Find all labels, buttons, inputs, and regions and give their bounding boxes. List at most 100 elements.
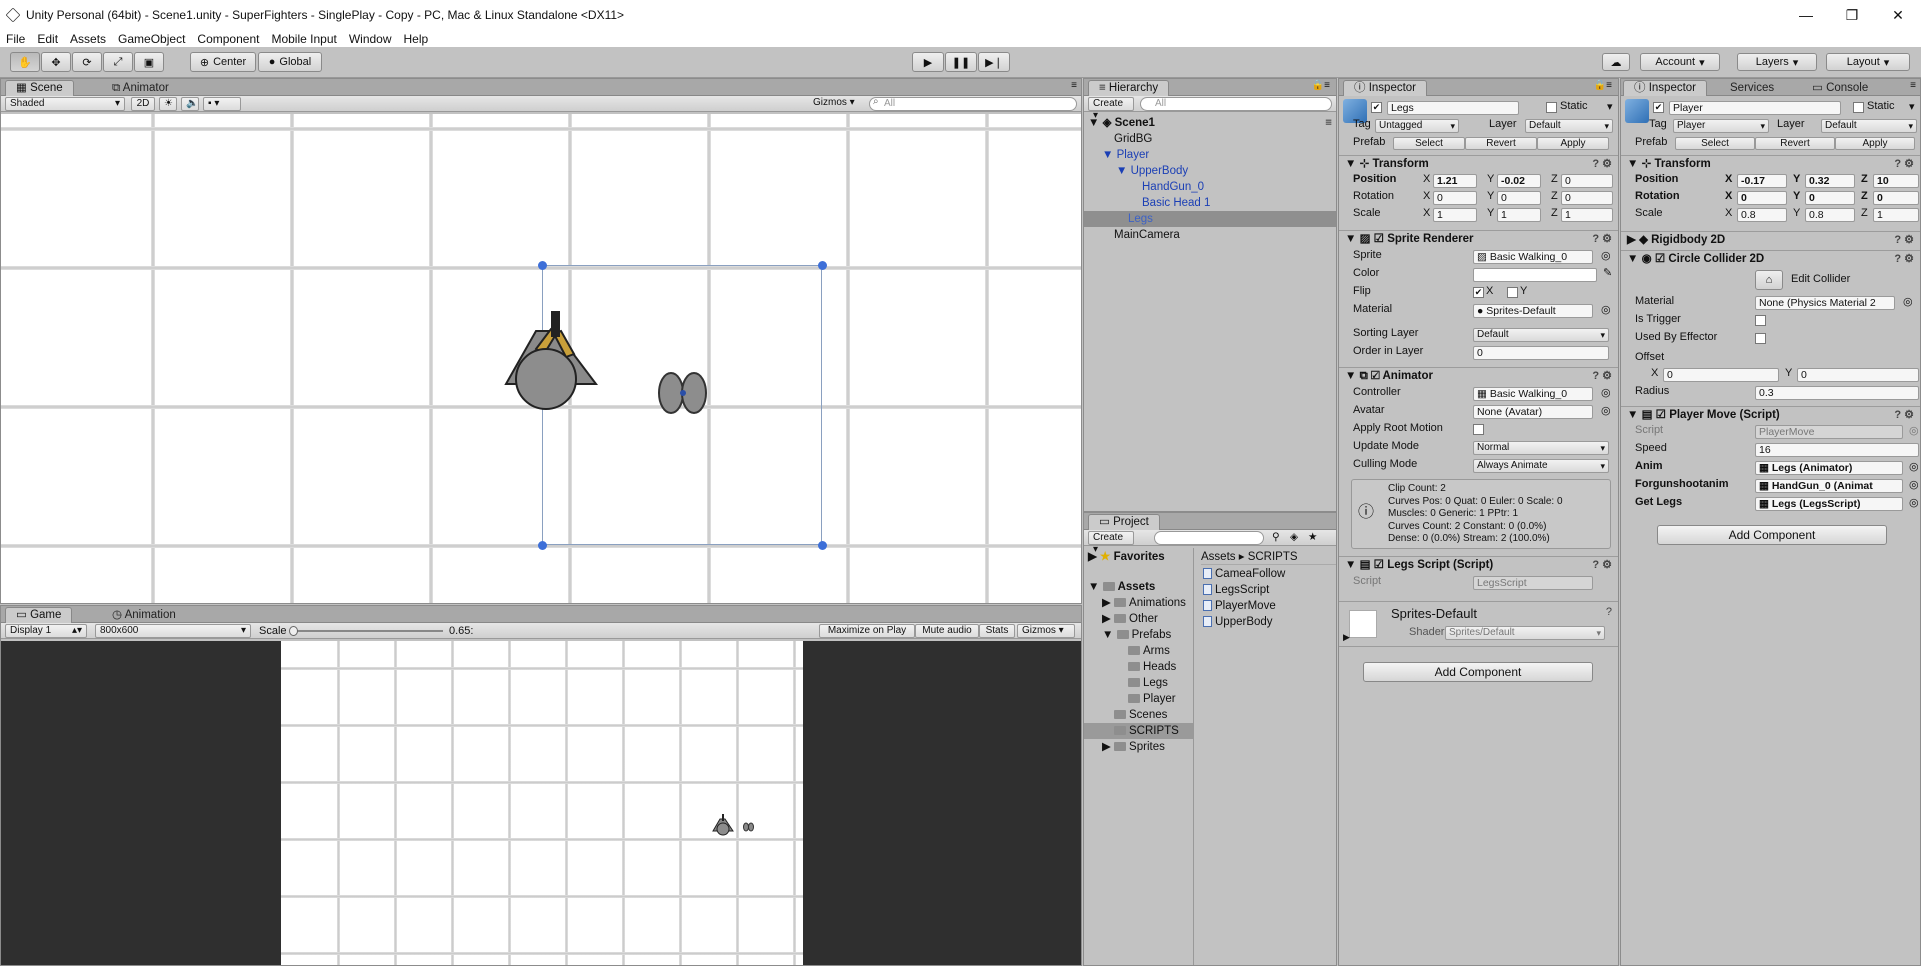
object-picker-icon[interactable]: ◎ — [1601, 249, 1611, 262]
forgunshootanim-field[interactable]: ▦ HandGun_0 (Animat — [1755, 479, 1903, 493]
order-in-layer-field[interactable]: 0 — [1473, 346, 1609, 360]
gear-icon[interactable]: ? ⚙ — [1592, 231, 1612, 248]
enabled-checkbox[interactable]: ☑ — [1656, 409, 1666, 421]
scale-y-field[interactable]: 0.8 — [1805, 208, 1855, 222]
menu-mobile-input[interactable]: Mobile Input — [265, 32, 342, 46]
hierarchy-item-player[interactable]: ▼ Player — [1102, 147, 1149, 163]
position-y-field[interactable]: -0.02 — [1497, 174, 1541, 188]
folder-animations[interactable]: ▶ Animations — [1102, 595, 1186, 611]
tab-hierarchy[interactable]: ≡ Hierarchy — [1088, 80, 1170, 96]
prefab-select-button[interactable]: Select — [1675, 137, 1755, 150]
enabled-checkbox[interactable]: ☑ — [1371, 370, 1380, 382]
gear-icon[interactable]: ? ⚙ — [1592, 156, 1612, 173]
offset-y-field[interactable]: 0 — [1797, 368, 1919, 382]
help-icon[interactable]: ? — [1606, 606, 1612, 618]
position-z-field[interactable]: 10 — [1873, 174, 1919, 188]
hierarchy-item-legs[interactable]: Legs — [1084, 211, 1336, 227]
object-picker-icon[interactable]: ◎ — [1601, 404, 1611, 417]
play-button[interactable]: ▶ — [912, 52, 944, 72]
transform-header[interactable]: ▼ ⊹ Transform ? ⚙ — [1339, 155, 1618, 172]
prefab-apply-button[interactable]: Apply — [1537, 137, 1609, 150]
layer-dropdown[interactable]: Default — [1821, 119, 1917, 133]
prefab-select-button[interactable]: Select — [1393, 137, 1465, 150]
folder-legs[interactable]: Legs — [1128, 675, 1168, 691]
active-checkbox[interactable]: ✔ — [1371, 102, 1382, 113]
add-component-button[interactable]: Add Component — [1363, 662, 1593, 682]
favorite-star-icon[interactable]: ★ — [1308, 531, 1317, 543]
position-x-field[interactable]: 1.21 — [1433, 174, 1477, 188]
rotation-z-field[interactable]: 0 — [1873, 191, 1919, 205]
sprite-field[interactable]: ▨ Basic Walking_0 — [1473, 250, 1593, 264]
breadcrumb-scripts[interactable]: SCRIPTS — [1248, 551, 1298, 563]
panel-menu-icon[interactable]: ≡ — [1071, 80, 1077, 91]
apply-root-motion-checkbox[interactable] — [1473, 424, 1484, 435]
breadcrumb-assets[interactable]: Assets — [1201, 551, 1236, 563]
scale-y-field[interactable]: 1 — [1497, 208, 1541, 222]
folder-prefabs[interactable]: ▼ Prefabs — [1102, 627, 1171, 643]
scale-tool-icon[interactable]: ⤢ — [103, 52, 133, 72]
hierarchy-search-input[interactable]: All — [1140, 97, 1332, 111]
audio-toggle-icon[interactable]: 🔈 — [181, 97, 199, 111]
get-legs-field[interactable]: ▦ Legs (LegsScript) — [1755, 497, 1903, 511]
favorites-row[interactable]: ▶ ★ Favorites — [1088, 549, 1165, 565]
tab-animator[interactable]: ⧉ Animator — [101, 80, 180, 96]
hand-tool-icon[interactable]: ✋ — [10, 52, 40, 72]
menu-assets[interactable]: Assets — [64, 32, 112, 46]
tab-services[interactable]: Services — [1719, 80, 1785, 96]
culling-mode-dropdown[interactable]: Always Animate — [1473, 459, 1609, 473]
rect-handle[interactable] — [818, 541, 827, 550]
sprite-renderer-header[interactable]: ▼ ▨ ☑ Sprite Renderer ? ⚙ — [1339, 230, 1618, 247]
used-by-effector-checkbox[interactable] — [1755, 333, 1766, 344]
assets-row[interactable]: ▼ Assets — [1088, 579, 1155, 595]
gameobject-name-field[interactable]: Legs — [1387, 101, 1519, 115]
tab-console[interactable]: ▭ Console — [1801, 80, 1879, 96]
gear-icon[interactable]: ? ⚙ — [1894, 251, 1914, 268]
chevron-down-icon[interactable]: ▾ — [1909, 100, 1915, 113]
menu-window[interactable]: Window — [343, 32, 398, 46]
collider-material-field[interactable]: None (Physics Material 2 — [1755, 296, 1895, 310]
scene-menu-icon[interactable]: ≡ — [1325, 115, 1332, 131]
radius-field[interactable]: 0.3 — [1755, 386, 1919, 400]
gear-icon[interactable]: ? ⚙ — [1894, 407, 1914, 424]
gizmos-dropdown[interactable]: Gizmos ▾ — [809, 97, 861, 111]
tab-game[interactable]: ▭ Game — [5, 607, 73, 623]
scene-view[interactable] — [1, 114, 1081, 603]
scale-x-field[interactable]: 0.8 — [1737, 208, 1787, 222]
hierarchy-scene-row[interactable]: ▼ ◈ Scene1 ≡ — [1088, 115, 1332, 131]
legs-sprite[interactable] — [654, 369, 714, 419]
scale-slider-thumb[interactable] — [289, 626, 298, 636]
color-field[interactable] — [1473, 268, 1597, 282]
maximize-on-play-toggle[interactable]: Maximize on Play — [819, 624, 915, 638]
file-item[interactable]: CameaFollow — [1203, 566, 1285, 582]
scale-z-field[interactable]: 1 — [1873, 208, 1919, 222]
menu-component[interactable]: Component — [191, 32, 265, 46]
folder-sprites[interactable]: ▶ Sprites — [1102, 739, 1165, 755]
static-checkbox[interactable] — [1853, 102, 1864, 113]
object-picker-icon[interactable]: ◎ — [1909, 460, 1919, 473]
expand-arrow-icon[interactable]: ▶ — [1343, 632, 1350, 643]
hierarchy-item-upperbody[interactable]: ▼ UpperBody — [1116, 163, 1188, 179]
menu-edit[interactable]: Edit — [31, 32, 64, 46]
anim-field[interactable]: ▦ Legs (Animator) — [1755, 461, 1903, 475]
file-item[interactable]: PlayerMove — [1203, 598, 1276, 614]
tab-animation[interactable]: ◷ Animation — [101, 607, 187, 623]
player-move-header[interactable]: ▼ ▤ ☑ Player Move (Script) ? ⚙ — [1621, 406, 1920, 423]
offset-x-field[interactable]: 0 — [1663, 368, 1779, 382]
rect-handle[interactable] — [538, 261, 547, 270]
filter-type-icon[interactable]: ⚲ — [1272, 531, 1280, 543]
folder-other[interactable]: ▶ Other — [1102, 611, 1158, 627]
position-z-field[interactable]: 0 — [1561, 174, 1613, 188]
game-viewport[interactable] — [281, 641, 803, 965]
eyedropper-icon[interactable]: ✎ — [1603, 266, 1612, 279]
file-item[interactable]: UpperBody — [1203, 614, 1273, 630]
avatar-field[interactable]: None (Avatar) — [1473, 405, 1593, 419]
rotation-x-field[interactable]: 0 — [1737, 191, 1787, 205]
folder-heads[interactable]: Heads — [1128, 659, 1176, 675]
scale-x-field[interactable]: 1 — [1433, 208, 1477, 222]
position-y-field[interactable]: 0.32 — [1805, 174, 1855, 188]
speed-field[interactable]: 16 — [1755, 443, 1919, 457]
filter-label-icon[interactable]: ◈ — [1290, 531, 1298, 543]
space-toggle[interactable]: ● Global — [258, 52, 322, 72]
resolution-dropdown[interactable]: 800x600 ▾ — [95, 624, 251, 638]
step-button[interactable]: ▶❘ — [978, 52, 1010, 72]
